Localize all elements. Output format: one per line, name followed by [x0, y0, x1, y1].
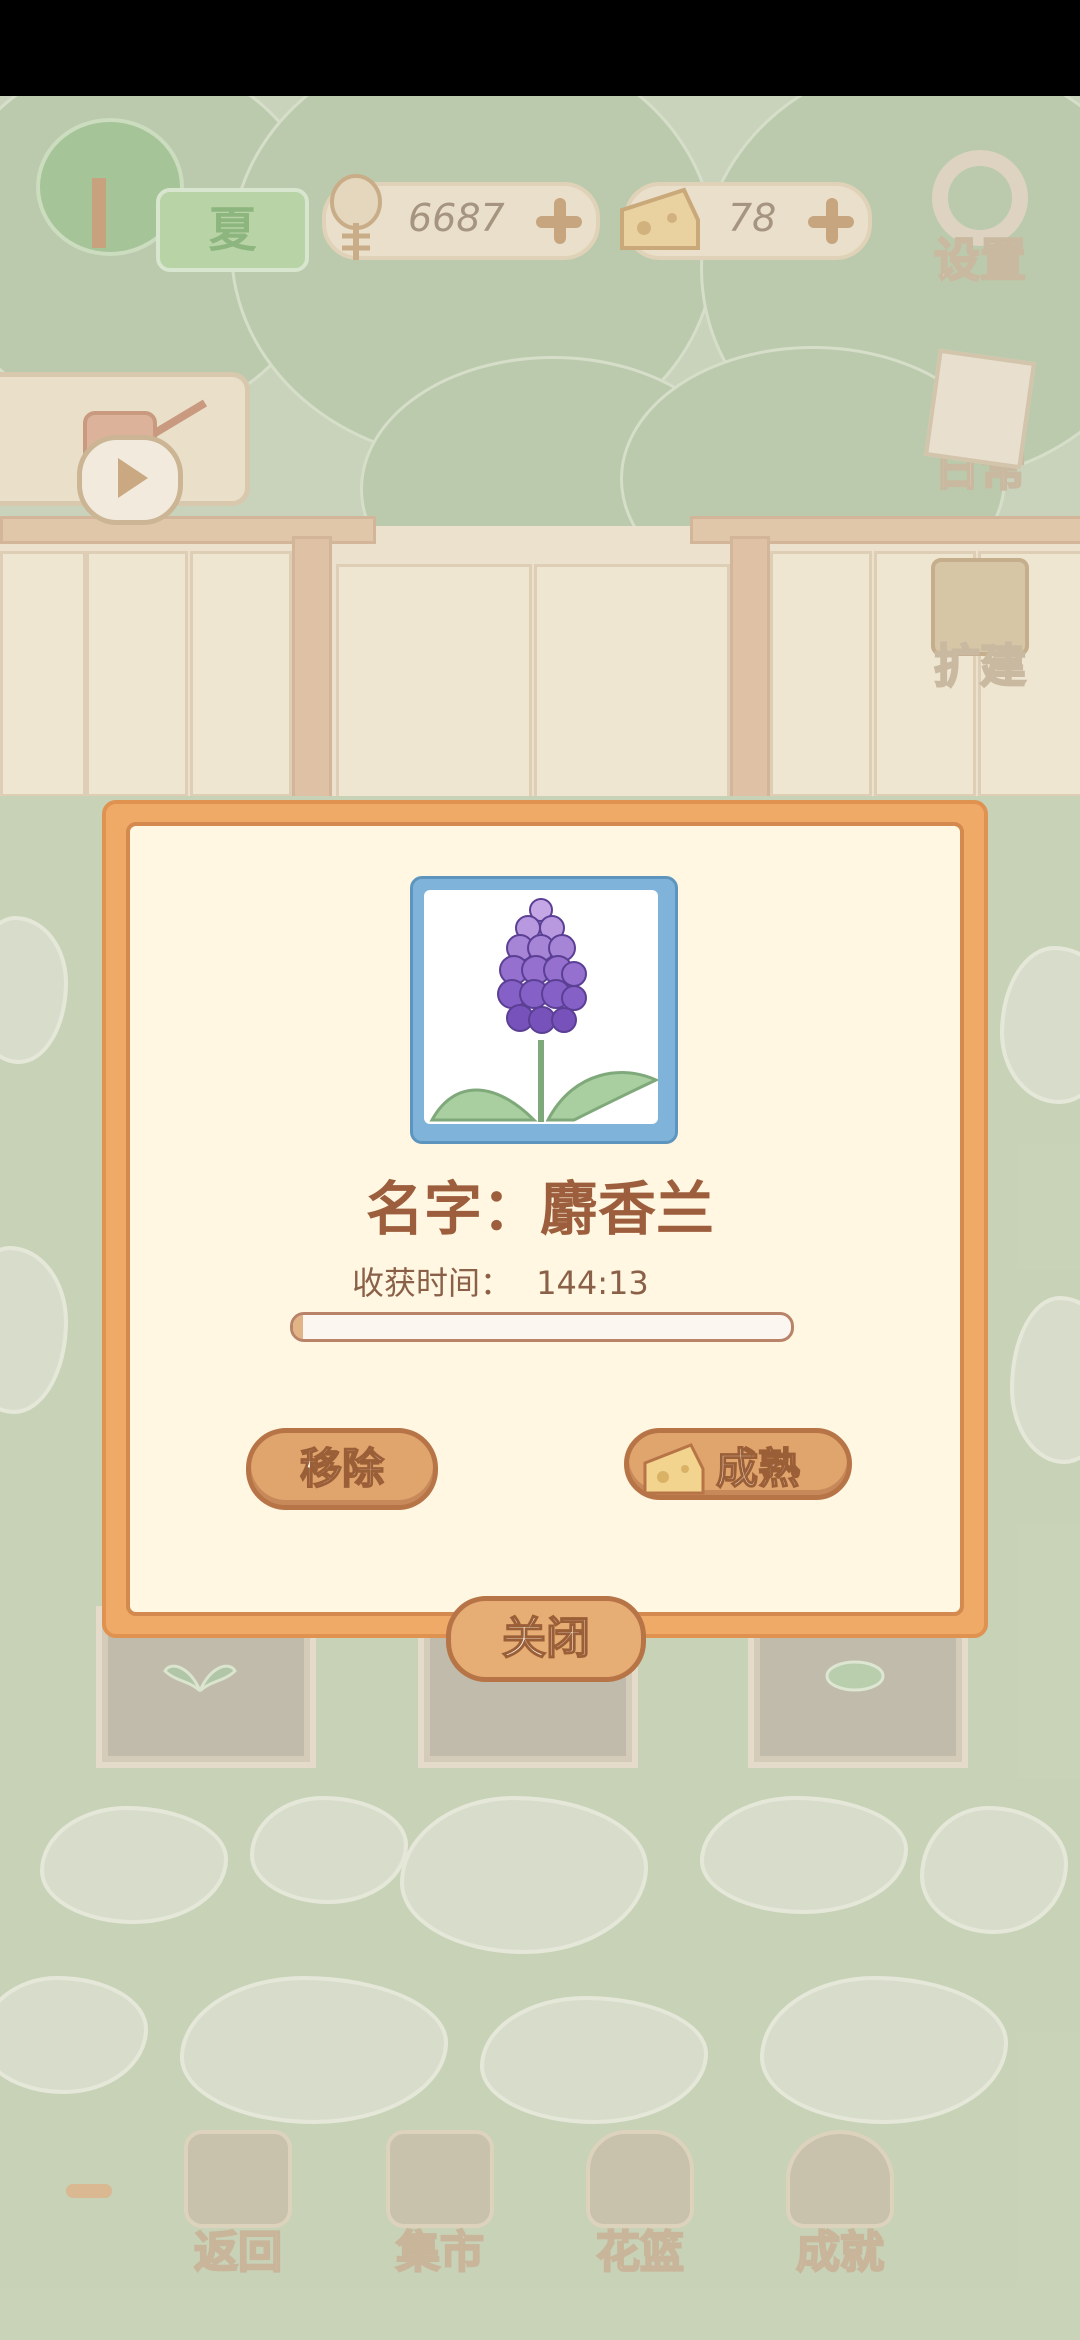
growth-progress-fill — [293, 1315, 303, 1339]
play-icon — [77, 435, 183, 525]
daily-button[interactable]: 日常 — [923, 348, 1037, 499]
settings-label: 设置 — [933, 232, 1027, 288]
market-stall-icon — [386, 2130, 494, 2228]
season-badge[interactable]: 夏 — [36, 118, 309, 272]
ripen-label: 成熟 — [715, 1443, 801, 1494]
document-icon — [923, 348, 1037, 470]
season-label: 夏 — [156, 188, 309, 272]
window-icon — [184, 2130, 292, 2228]
harvest-time-label: 收获时间： — [352, 1264, 513, 1302]
nav-market-button[interactable]: 集市 — [380, 2130, 500, 2279]
remove-button[interactable]: 移除 — [246, 1428, 438, 1510]
cheese-icon — [643, 1443, 705, 1495]
nav-back-button[interactable]: 返回 — [178, 2130, 298, 2279]
nav-back-label: 返回 — [193, 2226, 283, 2279]
nav-basket-button[interactable]: 花篮 — [580, 2130, 700, 2279]
close-button[interactable]: 关闭 — [446, 1596, 646, 1682]
grape-hyacinth-icon — [429, 898, 658, 1122]
add-cheese-icon[interactable] — [806, 196, 856, 246]
plant-image — [424, 890, 658, 1124]
fish-counter[interactable]: 6687 — [322, 174, 600, 260]
watering-ad-button[interactable] — [0, 372, 250, 525]
collapse-handle[interactable] — [66, 2184, 112, 2198]
status-bar — [0, 0, 1080, 96]
add-fish-icon[interactable] — [534, 196, 584, 246]
plant-name: 名字：麝香兰 — [365, 1175, 714, 1243]
cheese-icon — [620, 187, 700, 250]
cheese-counter[interactable]: 78 — [620, 182, 872, 260]
growth-progress-bar — [290, 1312, 794, 1342]
fish-count: 6687 — [408, 196, 505, 240]
nav-basket-label: 花篮 — [595, 2226, 685, 2279]
cheese-count: 78 — [728, 196, 777, 240]
harvest-time-row: 收获时间： 144:13 — [352, 1258, 732, 1304]
nav-achievements-button[interactable]: 成就 — [780, 2130, 900, 2279]
tree-trunk — [92, 178, 106, 248]
expand-button[interactable]: 扩建 — [925, 558, 1035, 696]
nav-achievements-label: 成就 — [795, 2226, 885, 2279]
nav-market-label: 集市 — [395, 2226, 485, 2279]
harvest-time-value: 144:13 — [536, 1264, 649, 1302]
ripen-button[interactable]: 成熟 — [624, 1428, 852, 1500]
trophy-icon — [786, 2130, 894, 2228]
flower-basket-icon — [586, 2130, 694, 2228]
expand-label: 扩建 — [933, 638, 1027, 694]
settings-button[interactable]: 设置 — [925, 150, 1035, 290]
fish-bone-icon — [330, 174, 382, 260]
